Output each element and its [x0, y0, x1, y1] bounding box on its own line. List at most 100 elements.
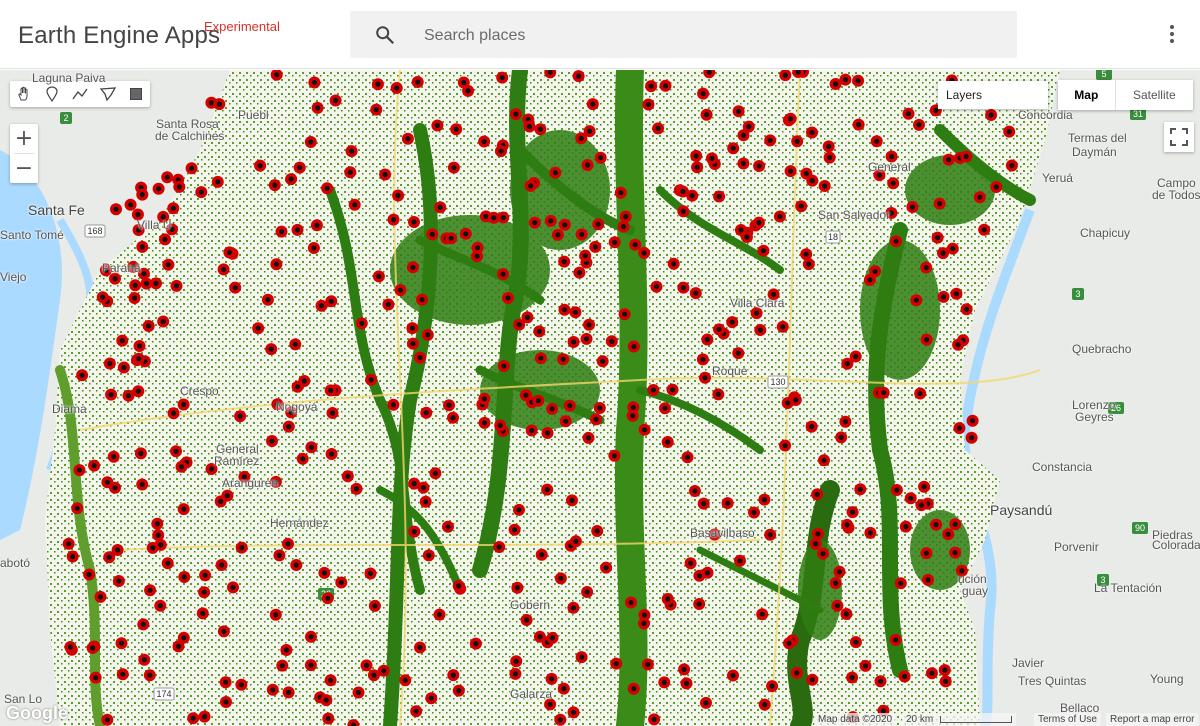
sample-point-center	[725, 500, 731, 506]
sample-point-center	[547, 70, 553, 75]
sample-point-center	[655, 125, 661, 131]
sample-point-center	[826, 143, 832, 149]
sample-point-center	[106, 554, 112, 560]
sample-point-center	[279, 663, 285, 669]
sample-point-center	[397, 287, 403, 293]
sample-point-center	[756, 220, 762, 226]
sample-point-center	[539, 552, 545, 558]
sample-point-center	[292, 341, 298, 347]
sample-point-center	[201, 589, 207, 595]
sample-point-center	[125, 393, 132, 399]
terms-of-use-link[interactable]: Terms of Use	[1034, 713, 1101, 726]
sample-point-center	[483, 213, 489, 219]
sample-point-center	[597, 405, 603, 411]
sample-point-center	[153, 280, 159, 286]
sample-point-center	[491, 215, 497, 221]
zoom-out-button[interactable]: −	[10, 154, 38, 183]
sample-point-center	[844, 361, 850, 367]
report-map-error-link[interactable]: Report a map error	[1106, 713, 1199, 726]
sample-point-center	[499, 75, 505, 81]
sample-point-center	[496, 544, 502, 550]
sample-point-center	[67, 644, 73, 650]
place-label: San Salvador	[818, 208, 891, 222]
sample-point-center	[613, 661, 619, 667]
sample-point-center	[481, 420, 488, 426]
sample-point-center	[593, 416, 599, 422]
sample-point-center	[665, 596, 671, 602]
map-type-control: Map Satellite	[1058, 80, 1193, 110]
sample-point-center	[500, 214, 506, 221]
sample-point-center	[257, 163, 263, 169]
sample-point-center	[632, 242, 638, 248]
sample-point-center	[700, 91, 706, 97]
sample-point-center	[181, 574, 187, 580]
zoom-in-button[interactable]: +	[10, 124, 38, 153]
map-type-map-button[interactable]: Map	[1058, 80, 1115, 110]
rectangle-draw-icon[interactable]	[122, 81, 150, 107]
layers-button[interactable]: Layers	[938, 81, 1048, 109]
sample-point-center	[595, 221, 601, 227]
place-label: Constancia	[1032, 460, 1093, 474]
sample-point-center	[952, 550, 958, 556]
sample-point-center	[189, 165, 195, 171]
sample-point-center	[584, 589, 590, 595]
place-label: Villa Clara	[730, 296, 785, 310]
svg-text:130: 130	[770, 377, 785, 387]
sample-point-center	[164, 174, 170, 180]
place-label: Aranguren	[222, 476, 279, 490]
place-label: Roque	[712, 364, 748, 378]
more-vert-icon[interactable]	[1162, 22, 1182, 48]
sample-point-center	[594, 528, 600, 534]
place-label: Porvenir	[1054, 540, 1099, 554]
sample-point-center	[905, 111, 912, 117]
search-icon[interactable]	[374, 24, 396, 46]
sample-point-center	[268, 346, 274, 352]
sample-point-center	[662, 405, 668, 411]
sample-point-center	[171, 410, 177, 416]
sample-point-center	[318, 303, 325, 309]
place-label: Termas del	[1068, 131, 1127, 145]
sample-point-center	[561, 259, 567, 265]
search-box[interactable]	[350, 11, 1017, 60]
sample-point-center	[716, 193, 722, 200]
sample-point-center	[857, 486, 863, 492]
place-label: Javier	[1012, 656, 1045, 670]
sample-point-center	[929, 670, 935, 676]
sample-point-center	[181, 401, 187, 408]
sample-point-center	[308, 139, 314, 145]
place-label: Laguna Paiva	[32, 71, 106, 85]
sample-point-center	[788, 116, 794, 122]
map-canvas[interactable]: 2 31 5 168 18 130 3 26 90 3 174 26	[0, 70, 1200, 726]
sample-point-center	[729, 319, 735, 325]
sample-point-center	[104, 479, 110, 485]
sample-point-center	[323, 697, 329, 703]
fullscreen-icon[interactable]	[1164, 122, 1194, 152]
sample-point-center	[86, 571, 92, 578]
sample-point-center	[641, 250, 647, 256]
sample-point-center	[877, 678, 884, 684]
map-type-satellite-button[interactable]: Satellite	[1114, 80, 1193, 110]
sample-point-center	[274, 72, 280, 78]
sample-point-center	[953, 291, 960, 297]
sample-point-center	[437, 204, 443, 210]
zoom-control: + −	[10, 124, 38, 183]
svg-text:3: 3	[1075, 289, 1080, 299]
sample-point-center	[757, 327, 763, 333]
sample-point-center	[547, 701, 553, 708]
sample-point-center	[842, 419, 849, 425]
sample-point-center	[286, 424, 292, 430]
search-input[interactable]	[422, 11, 986, 60]
sample-point-center	[669, 387, 676, 393]
sample-point-center	[751, 509, 757, 516]
sample-point-center	[368, 377, 374, 383]
sample-point-center	[434, 122, 440, 129]
svg-text:168: 168	[87, 226, 102, 236]
sample-point-center	[473, 641, 479, 647]
sample-point-center	[680, 188, 686, 195]
sample-point-center	[803, 251, 809, 257]
map-scale[interactable]: 20 km	[902, 713, 1017, 726]
sample-point-center	[394, 85, 400, 91]
sample-point-center	[834, 603, 841, 609]
svg-text:174: 174	[156, 689, 171, 699]
sample-point-center	[221, 266, 227, 272]
